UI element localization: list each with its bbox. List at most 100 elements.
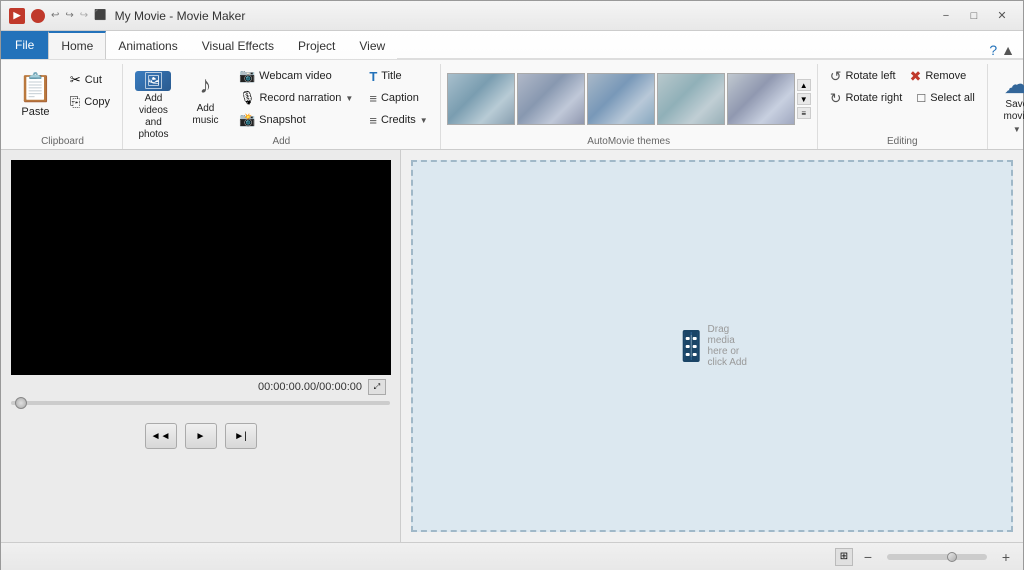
zoom-plus-button[interactable]: + [997, 548, 1015, 566]
editing-btns: ↺ Rotate left ✖ Remove ↻ Rotate right [824, 66, 981, 108]
snapshot-button[interactable]: 📸 Snapshot [233, 110, 359, 130]
theme-scroll-up[interactable]: ▲ [797, 79, 811, 91]
add-group-label: Add [272, 136, 290, 147]
ribbon-group-share: ☁ Save movie ▼ 👤 Sign in Share [988, 64, 1024, 149]
add-music-label: Add music [189, 103, 222, 127]
title-label: Title [381, 70, 401, 82]
timecode-text: 00:00:00.00/00:00:00 [258, 381, 362, 393]
editing-content: ↺ Rotate left ✖ Remove ↻ Rotate right [824, 66, 981, 134]
add-content: 🖼 Add videos and photos ♪ Add music 📷 We… [129, 66, 434, 134]
video-screen [11, 160, 391, 375]
select-all-label: Select all [930, 92, 975, 104]
add-videos-button[interactable]: 🖼 Add videos and photos [129, 66, 178, 132]
tab-view[interactable]: View [347, 31, 397, 59]
rewind-button[interactable]: ◄◄ [145, 423, 177, 449]
copy-button[interactable]: ⎘ Copy [64, 92, 116, 112]
storyboard-area[interactable]: Drag media here or click Add [411, 160, 1013, 532]
rotate-right-icon: ↻ [830, 90, 842, 107]
ribbon-collapse-icon[interactable]: ▲ [1001, 42, 1015, 58]
save-movie-button[interactable]: ☁ Save movie ▼ [994, 66, 1024, 132]
fullscreen-button[interactable]: ⤢ [368, 379, 386, 395]
cut-button[interactable]: ✂ Cut [64, 70, 116, 90]
play-button[interactable]: ► [185, 423, 217, 449]
storyboard-view-icon[interactable]: ⊞ [835, 548, 853, 566]
select-all-icon: ☐ [916, 92, 926, 105]
add-videos-icon: 🖼 [135, 71, 171, 91]
add-text-col: T Title ≡ Caption ≡ Credits ▼ [363, 66, 433, 130]
snapshot-label: Snapshot [259, 114, 305, 126]
sys-menu-icon[interactable] [31, 9, 45, 23]
caption-icon: ≡ [369, 91, 377, 106]
remove-button[interactable]: ✖ Remove [904, 66, 973, 86]
theme-2[interactable] [517, 73, 585, 125]
maximize-button[interactable]: □ [961, 6, 987, 26]
zoom-thumb[interactable] [947, 552, 957, 562]
tab-file[interactable]: File [1, 31, 48, 59]
ribbon-group-themes: ▲ ▼ ≡ AutoMovie themes [441, 64, 818, 149]
title-icon: T [369, 69, 377, 84]
ribbon-content: 📋 Paste ✂ Cut ⎘ Copy Cli [1, 59, 1023, 149]
ribbon-group-clipboard: 📋 Paste ✂ Cut ⎘ Copy Cli [3, 64, 123, 149]
rotate-left-label: Rotate left [845, 70, 895, 82]
seek-thumb[interactable] [15, 397, 27, 409]
record-label: Record narration [259, 92, 341, 104]
title-button[interactable]: T Title [363, 66, 433, 86]
tab-animations[interactable]: Animations [106, 31, 189, 59]
app-icon: ▶ [9, 8, 25, 24]
themes-group-label: AutoMovie themes [587, 136, 670, 147]
theme-scroll-more[interactable]: ≡ [797, 107, 811, 119]
add-tools-col: 📷 Webcam video 🎙 Record narration ▼ 📸 Sn… [233, 66, 359, 130]
main-area: 00:00:00.00/00:00:00 ⤢ ◄◄ ► ►| [1, 150, 1023, 542]
add-music-icon: ♪ [191, 71, 219, 101]
cloud-icon: ☁ [1004, 71, 1024, 97]
theme-5[interactable] [727, 73, 795, 125]
playback-controls: ◄◄ ► ►| [11, 423, 390, 449]
add-music-button[interactable]: ♪ Add music [182, 66, 229, 132]
record-narration-button[interactable]: 🎙 Record narration ▼ [233, 88, 359, 108]
rotate-right-label: Rotate right [845, 92, 902, 104]
status-bar: ⊞ − + [1, 542, 1023, 570]
paste-icon: 📋 [18, 71, 53, 104]
minimize-button[interactable]: − [933, 6, 959, 26]
rotate-right-button[interactable]: ↻ Rotate right [824, 88, 909, 108]
webcam-label: Webcam video [259, 70, 332, 82]
editing-row-2: ↻ Rotate right ☐ Select all [824, 88, 981, 108]
tab-project[interactable]: Project [286, 31, 347, 59]
credits-label: Credits [381, 114, 416, 126]
themes-content: ▲ ▼ ≡ [447, 66, 811, 134]
theme-4[interactable] [657, 73, 725, 125]
theme-3[interactable] [587, 73, 655, 125]
storyboard-hint-text: Drag media here or click Add [708, 324, 756, 368]
remove-icon: ✖ [910, 68, 922, 85]
editing-row-1: ↺ Rotate left ✖ Remove [824, 66, 981, 86]
ribbon: File Home Animations Visual Effects Proj… [1, 31, 1023, 150]
rotate-left-button[interactable]: ↺ Rotate left [824, 66, 902, 86]
cut-copy-col: ✂ Cut ⎘ Copy [64, 66, 116, 123]
zoom-minus-button[interactable]: − [859, 548, 877, 566]
window-title: My Movie - Movie Maker [115, 9, 933, 23]
close-button[interactable]: ✕ [989, 6, 1015, 26]
credits-dropdown-icon: ▼ [420, 116, 428, 125]
paste-button[interactable]: 📋 Paste [9, 66, 62, 123]
clipboard-content: 📋 Paste ✂ Cut ⎘ Copy [9, 66, 116, 134]
caption-button[interactable]: ≡ Caption [363, 88, 433, 108]
theme-scroll-down[interactable]: ▼ [797, 93, 811, 105]
ribbon-group-add: 🖼 Add videos and photos ♪ Add music 📷 We… [123, 64, 441, 149]
forward-button[interactable]: ►| [225, 423, 257, 449]
select-all-button[interactable]: ☐ Select all [910, 88, 981, 108]
theme-1[interactable] [447, 73, 515, 125]
tab-home[interactable]: Home [48, 31, 106, 59]
video-preview: 00:00:00.00/00:00:00 ⤢ ◄◄ ► ►| [1, 150, 401, 542]
tab-visual-effects[interactable]: Visual Effects [190, 31, 286, 59]
copy-icon: ⎘ [70, 94, 80, 110]
record-icon: 🎙 [239, 90, 256, 106]
zoom-slider[interactable] [887, 554, 987, 560]
seek-bar[interactable] [11, 399, 390, 407]
help-icon[interactable]: ? [989, 42, 997, 58]
themes-container: ▲ ▼ ≡ [447, 66, 811, 132]
credits-button[interactable]: ≡ Credits ▼ [363, 110, 433, 130]
webcam-button[interactable]: 📷 Webcam video [233, 66, 359, 86]
theme-scroll: ▲ ▼ ≡ [797, 79, 811, 119]
share-content: ☁ Save movie ▼ 👤 Sign in [994, 66, 1024, 134]
seek-track [11, 401, 390, 405]
